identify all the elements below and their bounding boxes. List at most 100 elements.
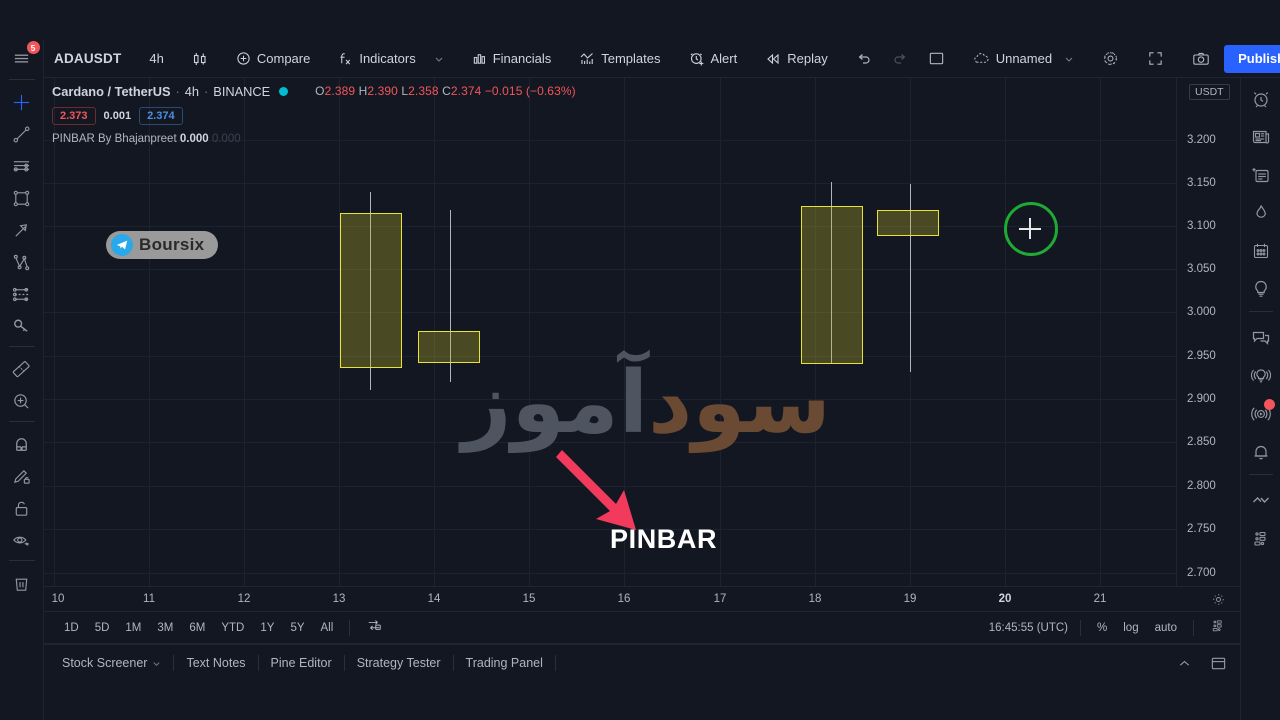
legend-exchange: BINANCE bbox=[213, 83, 271, 99]
chevron-down-icon[interactable] bbox=[152, 659, 161, 668]
market-status-dot bbox=[279, 86, 289, 96]
chevron-down-icon[interactable] bbox=[1064, 54, 1074, 64]
magnet-mode-tool[interactable] bbox=[3, 429, 41, 459]
price-label: 2.800 bbox=[1187, 480, 1216, 492]
arrow-marker-tool[interactable] bbox=[3, 215, 41, 245]
measure-tool[interactable] bbox=[3, 354, 41, 384]
horizontal-lines-tool[interactable] bbox=[3, 151, 41, 181]
financials-button[interactable]: Financials bbox=[463, 45, 561, 73]
calendar-button[interactable] bbox=[1244, 234, 1278, 268]
bid-price[interactable]: 2.373 bbox=[52, 107, 96, 125]
chat-panel-button[interactable] bbox=[1244, 321, 1278, 355]
ohlc-low: 2.358 bbox=[408, 84, 439, 98]
indicators-label: Indicators bbox=[359, 51, 416, 66]
snapshot-button[interactable] bbox=[1183, 45, 1219, 73]
toolbar-divider bbox=[1080, 619, 1082, 636]
candle-body bbox=[340, 213, 402, 368]
log-scale-button[interactable]: log bbox=[1115, 619, 1146, 637]
alert-label: Alert bbox=[710, 51, 738, 66]
time-label: 11 bbox=[143, 593, 155, 605]
spread-value: 0.001 bbox=[103, 110, 132, 122]
bottom-panel-tabs: Stock Screener Text Notes Pine Editor St… bbox=[44, 645, 1240, 681]
alerts-button[interactable] bbox=[1244, 435, 1278, 469]
cursor-crosshair-tool[interactable] bbox=[3, 87, 41, 117]
alert-button[interactable]: Alert bbox=[680, 45, 747, 73]
range-6m[interactable]: 6M bbox=[181, 619, 213, 637]
tab-trading-panel[interactable]: Trading Panel bbox=[454, 651, 555, 675]
trend-line-tool[interactable] bbox=[3, 119, 41, 149]
saved-layout-button[interactable]: Unnamed bbox=[964, 45, 1083, 73]
indicators-button[interactable]: Indicators bbox=[329, 45, 452, 73]
remove-drawings-tool[interactable] bbox=[3, 568, 41, 598]
time-label-current: 20 bbox=[998, 593, 1012, 605]
interval-button[interactable]: 4h bbox=[140, 45, 172, 73]
auto-scale-button[interactable]: auto bbox=[1147, 619, 1185, 637]
range-1m[interactable]: 1M bbox=[117, 619, 149, 637]
drawing-mode-lock-tool[interactable] bbox=[3, 461, 41, 491]
lock-drawings-tool[interactable] bbox=[3, 493, 41, 523]
tab-pine-editor[interactable]: Pine Editor bbox=[259, 651, 344, 675]
crosshair-cursor-highlight bbox=[1004, 202, 1058, 256]
range-5d[interactable]: 5D bbox=[87, 619, 118, 637]
range-ytd[interactable]: YTD bbox=[213, 619, 252, 637]
symbol-title: Cardano / TetherUS bbox=[52, 83, 171, 99]
chevron-down-icon[interactable] bbox=[434, 54, 444, 64]
compare-button[interactable]: Compare bbox=[227, 45, 319, 73]
pinbar-annotation-label: PINBAR bbox=[610, 524, 718, 554]
symbol-button[interactable]: ADAUSDT bbox=[45, 45, 130, 73]
bottom-panel: Stock Screener Text Notes Pine Editor St… bbox=[44, 644, 1240, 720]
templates-button[interactable]: Templates bbox=[570, 45, 669, 73]
tab-stock-screener[interactable]: Stock Screener bbox=[50, 651, 173, 675]
expand-panel-button[interactable] bbox=[1172, 651, 1196, 675]
news-panel-button[interactable] bbox=[1244, 120, 1278, 154]
key-tool[interactable] bbox=[3, 311, 41, 341]
range-all[interactable]: All bbox=[313, 619, 342, 637]
hotkeys-button[interactable] bbox=[1244, 484, 1278, 518]
ideas-button[interactable] bbox=[1244, 272, 1278, 306]
time-axis-settings-button[interactable] bbox=[1211, 592, 1226, 612]
indicator-legend-row[interactable]: PINBAR By Bhajanpreet 0.000 0.000 bbox=[52, 133, 576, 145]
tab-label: Stock Screener bbox=[62, 656, 148, 670]
rectangle-tool[interactable] bbox=[3, 183, 41, 213]
hotlist-button[interactable] bbox=[1244, 196, 1278, 230]
hide-drawings-tool[interactable] bbox=[3, 525, 41, 555]
object-tree-toggle[interactable] bbox=[1202, 615, 1240, 640]
tab-text-notes[interactable]: Text Notes bbox=[174, 651, 257, 675]
fullscreen-button[interactable] bbox=[1138, 45, 1173, 73]
range-1y[interactable]: 1Y bbox=[252, 619, 282, 637]
chart-layout-button[interactable] bbox=[919, 45, 954, 73]
range-3m[interactable]: 3M bbox=[149, 619, 181, 637]
layout-name-label: Unnamed bbox=[995, 51, 1053, 66]
legend-title-row[interactable]: Cardano / TetherUS · 4h · BINANCE O2.389… bbox=[52, 82, 576, 100]
broadcast-ideas-button[interactable] bbox=[1244, 359, 1278, 393]
tradingview-chart-app: ADAUSDT 4h Compare Indicators Financials… bbox=[0, 0, 1280, 720]
replay-button[interactable]: Replay bbox=[756, 45, 836, 73]
goto-date-button[interactable] bbox=[358, 615, 390, 640]
panel-layout-button[interactable] bbox=[1206, 651, 1230, 675]
range-1d[interactable]: 1D bbox=[56, 619, 87, 637]
toolbar-divider bbox=[1193, 619, 1194, 636]
replay-label: Replay bbox=[787, 51, 828, 66]
projection-tool[interactable] bbox=[3, 279, 41, 309]
zoom-tool[interactable] bbox=[3, 386, 41, 416]
pattern-tool[interactable] bbox=[3, 247, 41, 277]
compare-label: Compare bbox=[256, 51, 311, 66]
publish-button[interactable]: Publish bbox=[1224, 44, 1280, 73]
indicator-name: PINBAR By Bhajanpreet bbox=[52, 133, 177, 145]
drawing-tools-menu[interactable]: 5 bbox=[3, 41, 41, 74]
chart-style-button[interactable] bbox=[183, 45, 217, 73]
percent-scale-button[interactable]: % bbox=[1089, 619, 1115, 637]
live-stream-button[interactable] bbox=[1244, 397, 1278, 431]
redo-button[interactable] bbox=[883, 45, 917, 73]
time-axis[interactable]: 10 11 12 13 14 15 16 17 18 19 20 21 bbox=[44, 586, 1240, 612]
range-5y[interactable]: 5Y bbox=[282, 619, 312, 637]
chart-pane[interactable]: سودآموز PINBAR Boursix Cardano / TetherU… bbox=[44, 78, 1176, 586]
price-axis[interactable]: 3.200 3.150 3.100 3.050 3.000 2.950 2.90… bbox=[1176, 78, 1240, 586]
object-tree-button[interactable] bbox=[1244, 522, 1278, 556]
ask-price[interactable]: 2.374 bbox=[139, 107, 183, 125]
tab-strategy-tester[interactable]: Strategy Tester bbox=[345, 651, 453, 675]
data-window-button[interactable] bbox=[1244, 158, 1278, 192]
chart-settings-button[interactable] bbox=[1093, 45, 1128, 73]
undo-button[interactable] bbox=[847, 45, 881, 73]
watchlist-alarm-button[interactable] bbox=[1244, 82, 1278, 116]
